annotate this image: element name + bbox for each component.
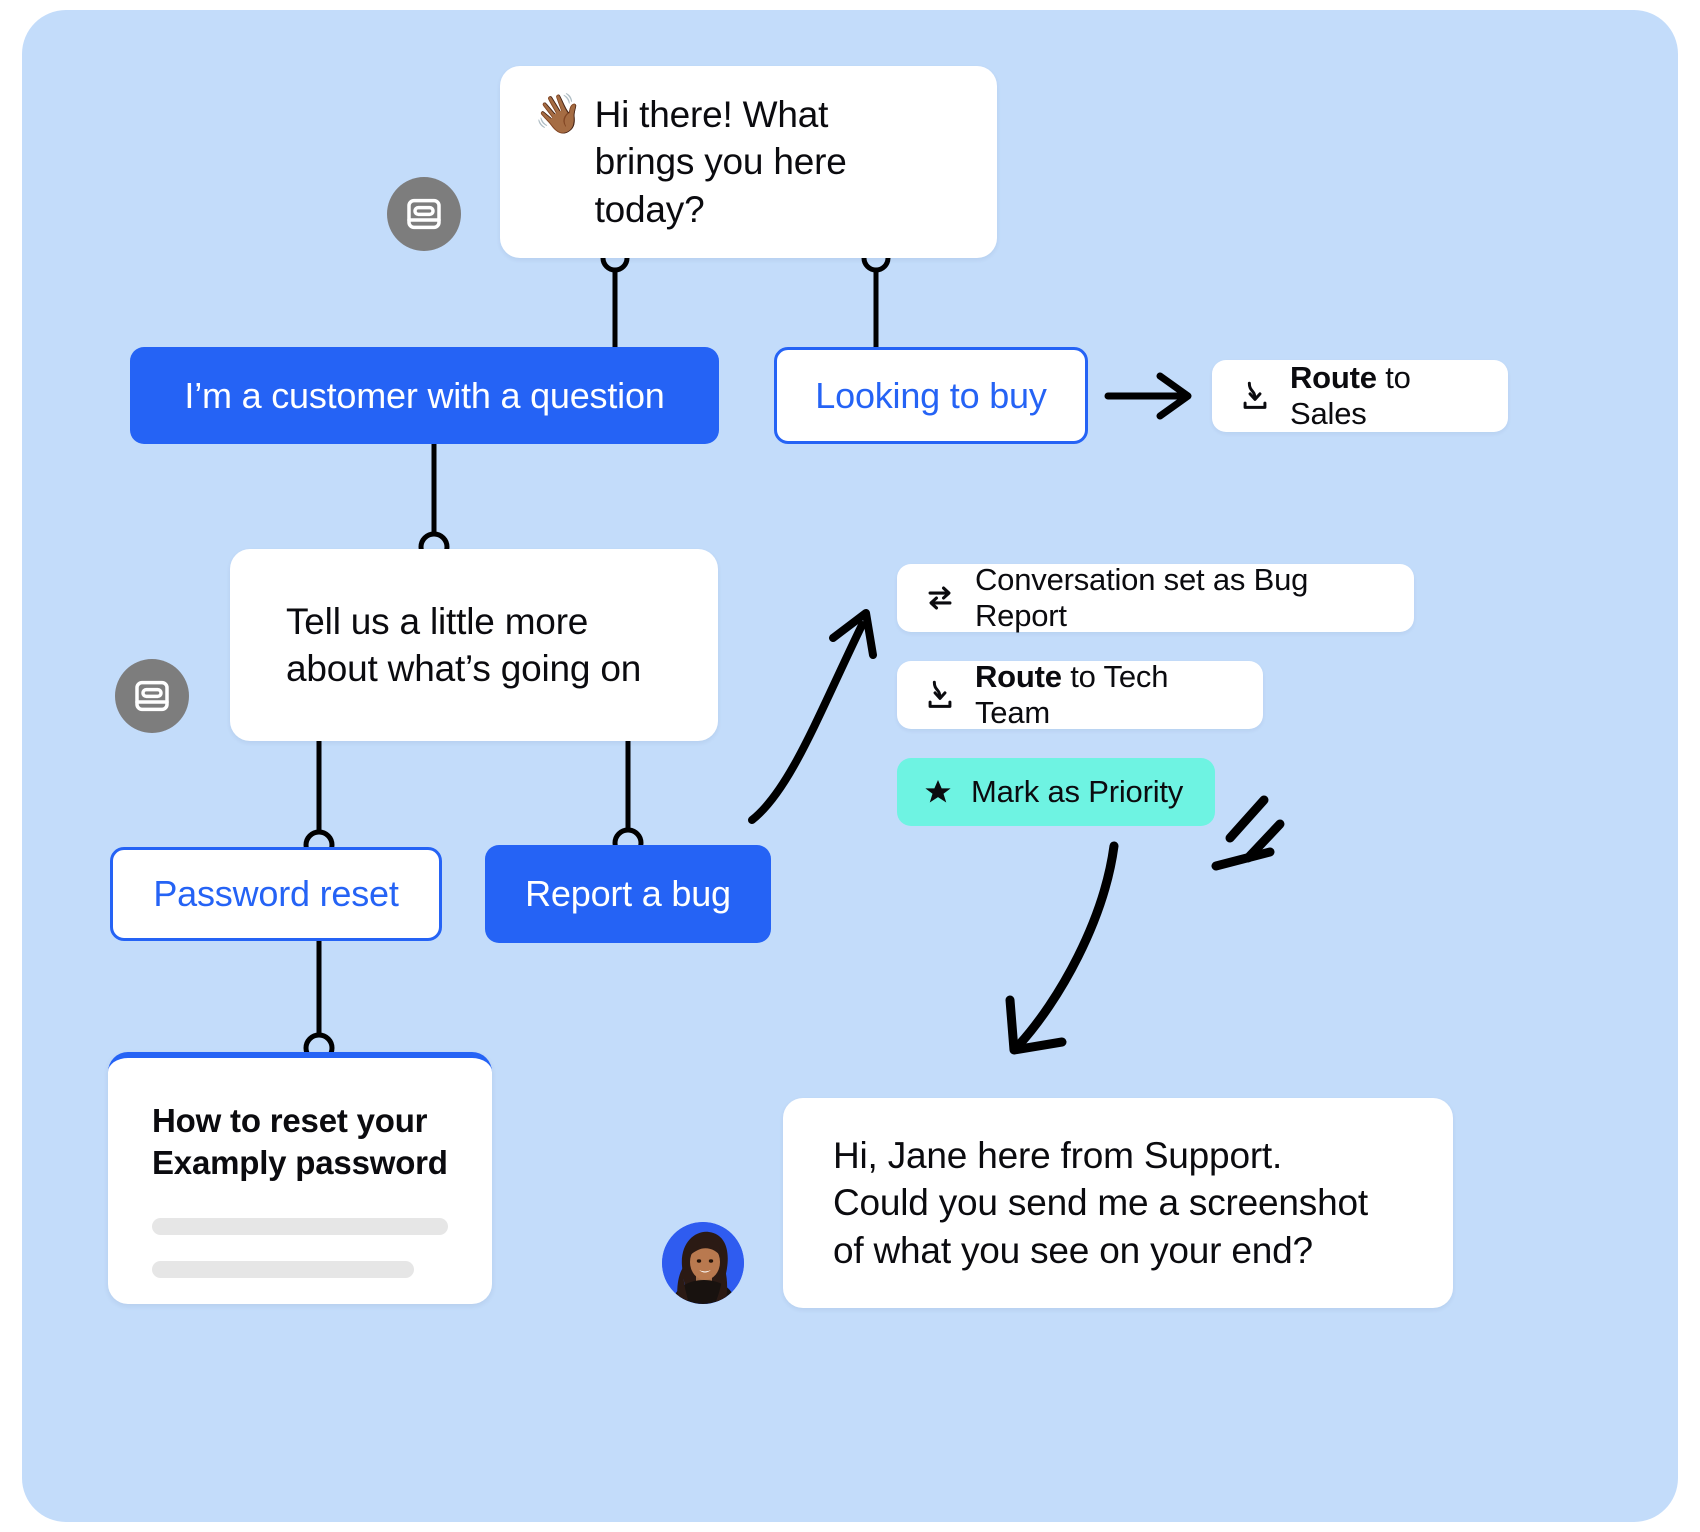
article-card-password-reset[interactable]: How to reset your Examply password bbox=[108, 1052, 492, 1304]
choice-label: Report a bug bbox=[525, 873, 731, 914]
action-label: Route to Tech Team bbox=[975, 659, 1237, 731]
chat-card-icon bbox=[135, 680, 169, 712]
choice-password-reset[interactable]: Password reset bbox=[110, 847, 442, 941]
greeting-text: Hi there! What brings you here today? bbox=[594, 93, 847, 230]
choice-report-a-bug[interactable]: Report a bug bbox=[485, 845, 771, 943]
agent-message-bubble: Hi, Jane here from Support. Could you se… bbox=[783, 1098, 1453, 1308]
article-skeleton-line bbox=[152, 1261, 414, 1279]
action-label: Mark as Priority bbox=[971, 774, 1184, 809]
route-icon bbox=[923, 678, 957, 712]
waving-hand-emoji: 👋🏾 bbox=[534, 92, 583, 136]
action-label: Conversation set as Bug Report bbox=[975, 562, 1309, 633]
action-label-strong: Route bbox=[975, 659, 1062, 694]
action-route-to-tech-team[interactable]: Route to Tech Team bbox=[897, 659, 1263, 731]
route-icon bbox=[1238, 379, 1272, 413]
action-conversation-set-as-bug-report[interactable]: Conversation set as Bug Report bbox=[897, 562, 1414, 633]
article-skeleton-line bbox=[152, 1218, 448, 1236]
chat-card-icon bbox=[407, 198, 441, 230]
choice-customer-question[interactable]: I’m a customer with a question bbox=[130, 347, 719, 444]
followup-message-bubble: Tell us a little more about what’s going… bbox=[230, 549, 718, 741]
choice-looking-to-buy[interactable]: Looking to buy bbox=[774, 347, 1088, 444]
choice-label: I’m a customer with a question bbox=[184, 374, 665, 416]
screenshot-canvas: 👋🏾 Hi there! What brings you here today?… bbox=[0, 0, 1700, 1532]
greeting-message-bubble: 👋🏾 Hi there! What brings you here today? bbox=[500, 66, 997, 258]
agent-photo bbox=[662, 1222, 744, 1304]
action-label: Route to Sales bbox=[1290, 360, 1482, 432]
action-mark-as-priority[interactable]: Mark as Priority bbox=[897, 758, 1215, 826]
transfer-icon bbox=[923, 581, 957, 615]
bot-avatar-top bbox=[387, 177, 461, 251]
star-icon bbox=[923, 777, 953, 807]
action-route-to-sales[interactable]: Route to Sales bbox=[1212, 360, 1508, 432]
agent-avatar bbox=[662, 1222, 744, 1304]
article-title: How to reset your Examply password bbox=[152, 1102, 448, 1182]
choice-label: Password reset bbox=[153, 873, 399, 914]
action-label-strong: Route bbox=[1290, 360, 1377, 395]
agent-message-text: Hi, Jane here from Support. Could you se… bbox=[833, 1134, 1368, 1271]
choice-label: Looking to buy bbox=[815, 374, 1047, 416]
bot-avatar-middle bbox=[115, 659, 189, 733]
followup-text: Tell us a little more about what’s going… bbox=[286, 600, 642, 689]
